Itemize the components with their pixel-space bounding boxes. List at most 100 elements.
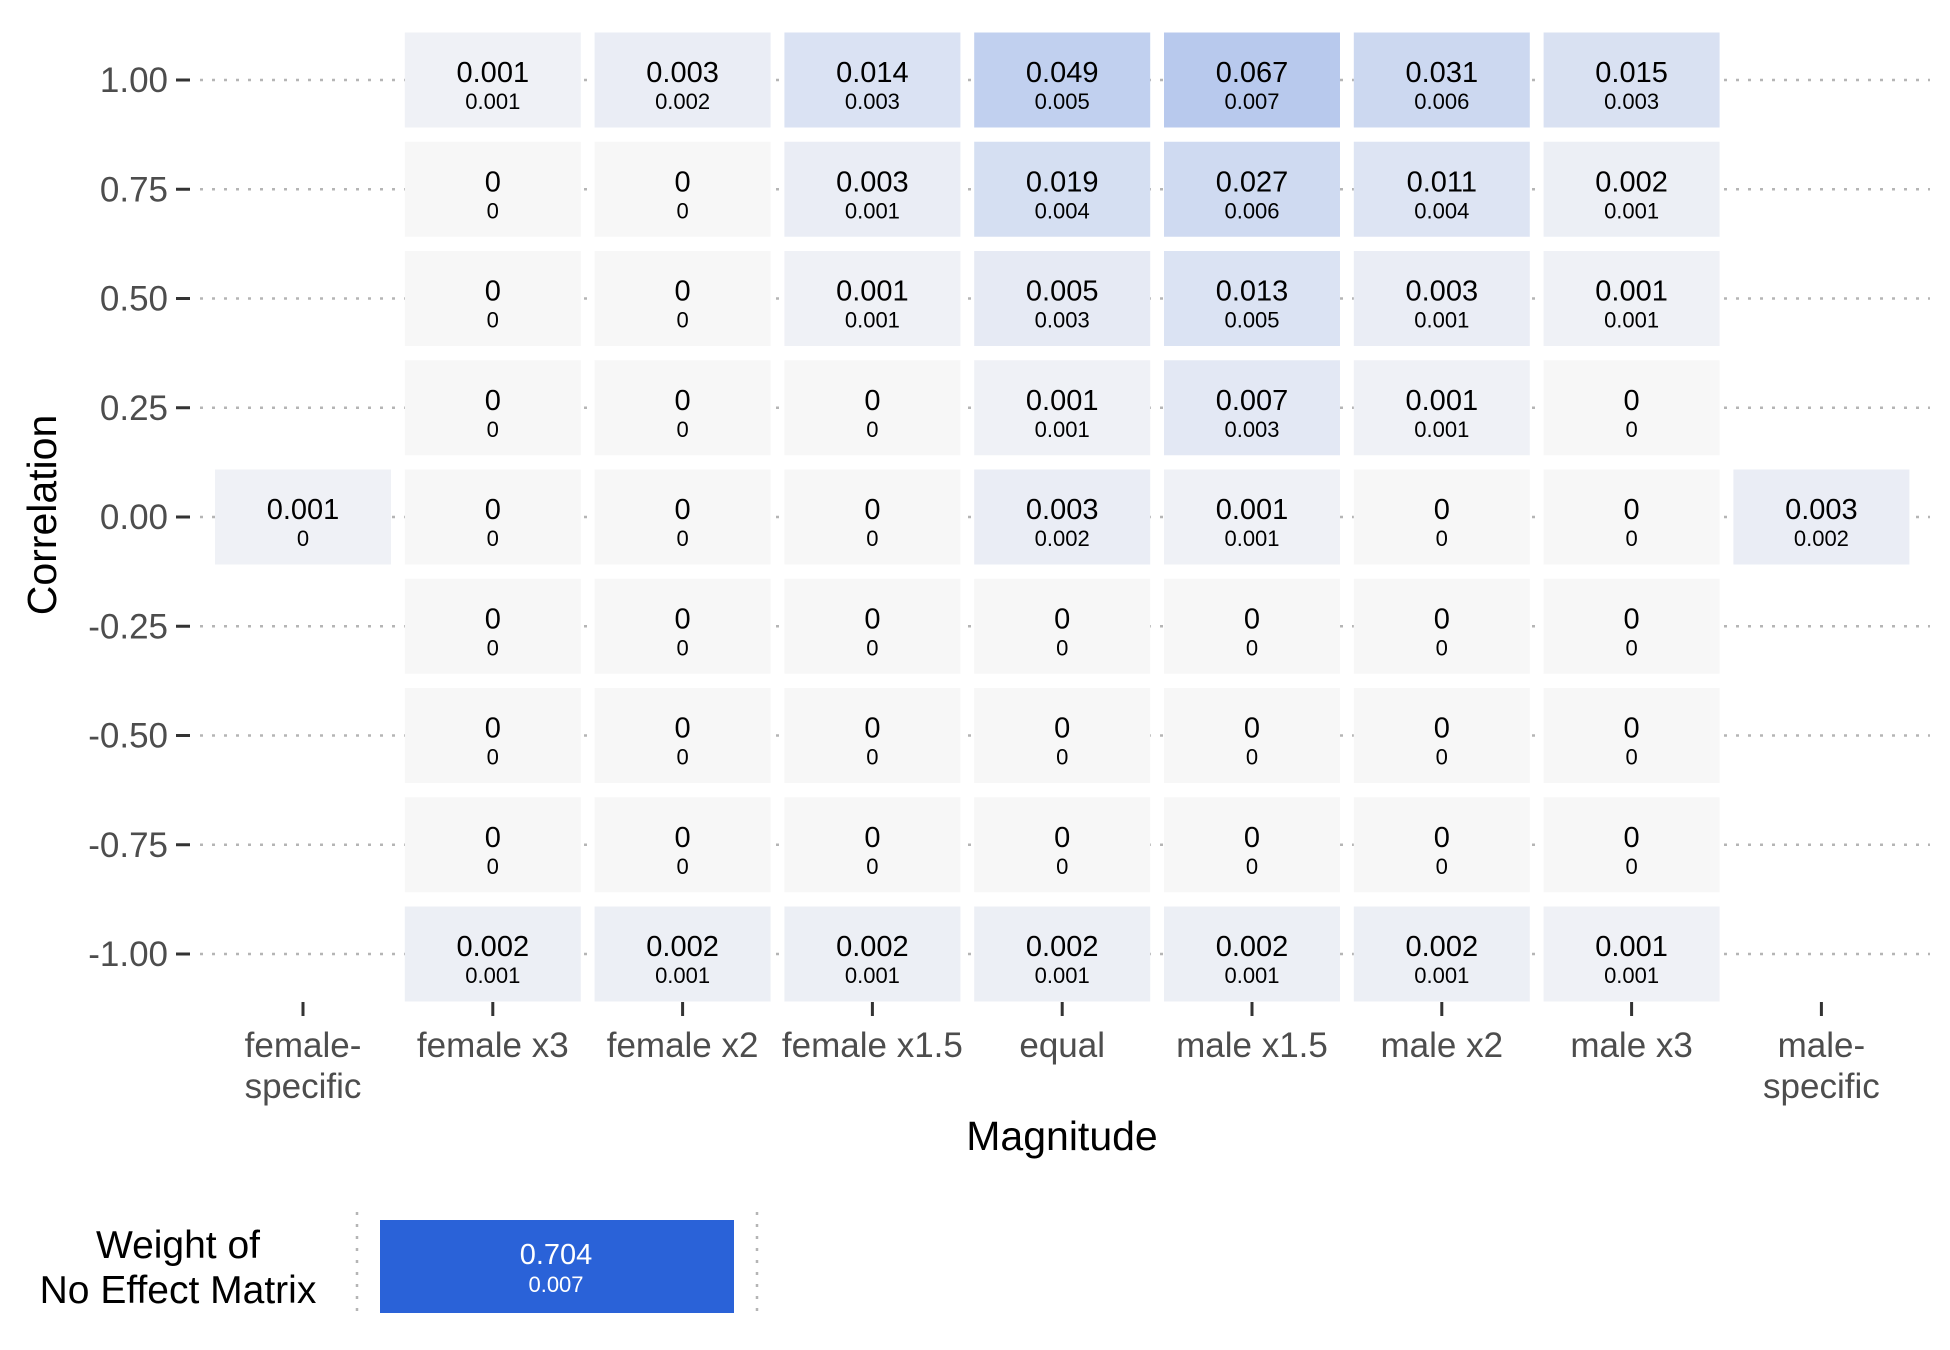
x-tick-label: male x1.5: [1176, 1026, 1328, 1065]
x-tick-label: male x3: [1570, 1026, 1693, 1065]
cell-value: 0: [1624, 822, 1640, 854]
y-tick-label: 0.25: [100, 389, 168, 428]
cell-se: 0: [866, 745, 878, 770]
cell-se: 0: [487, 854, 499, 879]
heatmap-cell: 00: [1164, 578, 1340, 674]
no-effect-se: 0.007: [528, 1272, 583, 1297]
cell-value: 0: [1244, 713, 1260, 745]
heatmap-cell: 0.0490.005: [974, 32, 1151, 128]
y-tick-label: 0.50: [100, 280, 168, 319]
cell-se: 0: [1625, 526, 1637, 551]
x-tick-label: female-specific: [245, 1026, 362, 1106]
cell-se: 0.004: [1414, 198, 1469, 223]
cell-se: 0.001: [1414, 963, 1469, 988]
heatmap-cell: 0.0010.001: [1164, 469, 1340, 565]
cell-se: 0.001: [655, 963, 710, 988]
cell-se: 0: [297, 526, 309, 551]
cell-se: 0: [1056, 854, 1068, 879]
cell-se: 0: [1436, 526, 1448, 551]
cell-value: 0: [864, 603, 880, 635]
cell-value: 0.049: [1026, 57, 1099, 89]
y-tick-label: -0.75: [88, 826, 168, 865]
heatmap-cell: 0.0010.001: [1543, 906, 1720, 1002]
cell-value: 0: [1624, 385, 1640, 417]
cell-se: 0.001: [845, 963, 900, 988]
cell-value: 0: [1054, 713, 1070, 745]
heatmap-cell: 00: [404, 469, 581, 565]
cell-se: 0.001: [1224, 963, 1279, 988]
cell-se: 0.001: [1604, 308, 1659, 333]
y-axis-title: Correlation: [19, 415, 65, 616]
cell-se: 0.002: [1035, 526, 1090, 551]
heatmap-cell: 00: [1543, 360, 1720, 456]
heatmap-cell: 00: [1353, 688, 1530, 783]
heatmap-cell: 0.0010.001: [784, 251, 961, 346]
cell-se: 0.001: [1224, 526, 1279, 551]
cell-value: 0: [675, 385, 691, 417]
cell-se: 0: [676, 308, 688, 333]
heatmap-cell: 00: [404, 688, 581, 783]
heatmap-cell: 00: [784, 469, 961, 565]
heatmap-cell: 0.0010.001: [1353, 360, 1530, 456]
cell-se: 0.001: [845, 198, 900, 223]
cell-se: 0.002: [655, 89, 710, 114]
y-tick-label: -0.50: [88, 717, 168, 756]
cell-se: 0: [1625, 854, 1637, 879]
cell-value: 0.001: [1595, 931, 1668, 963]
cell-se: 0: [676, 635, 688, 660]
cell-se: 0: [676, 198, 688, 223]
heatmap-cell: 0.0130.005: [1164, 251, 1340, 346]
cell-se: 0: [676, 526, 688, 551]
cell-se: 0: [487, 745, 499, 770]
cell-value: 0: [485, 166, 501, 198]
cell-value: 0.003: [836, 166, 909, 198]
cell-value: 0: [485, 822, 501, 854]
cell-se: 0.005: [1035, 89, 1090, 114]
cell-se: 0.003: [1224, 417, 1279, 442]
heatmap-cell: 00: [594, 141, 771, 237]
cell-se: 0: [1436, 635, 1448, 660]
heatmap-cell: 0.0020.001: [974, 906, 1151, 1002]
cell-value: 0: [485, 603, 501, 635]
heatmap-cell: 00: [404, 578, 581, 674]
cell-value: 0.007: [1216, 385, 1289, 417]
cell-value: 0: [1054, 822, 1070, 854]
heatmap-cell: 00: [594, 360, 771, 456]
heatmap-cell: 0.0150.003: [1543, 32, 1720, 128]
cell-value: 0.011: [1407, 166, 1477, 198]
cell-value: 0.002: [1026, 931, 1099, 963]
cell-se: 0.001: [1604, 198, 1659, 223]
heatmap-cell: 00: [974, 688, 1151, 783]
cell-value: 0.001: [267, 494, 340, 526]
cell-se: 0.006: [1414, 89, 1469, 114]
cell-se: 0.001: [465, 963, 520, 988]
cell-value: 0: [675, 822, 691, 854]
cell-value: 0.003: [1026, 494, 1099, 526]
cell-se: 0: [1246, 635, 1258, 660]
heatmap-cell: 00: [784, 360, 961, 456]
cell-value: 0.003: [1406, 276, 1479, 308]
cell-se: 0: [676, 854, 688, 879]
cell-se: 0: [676, 417, 688, 442]
cell-se: 0: [487, 417, 499, 442]
cell-se: 0.003: [1604, 89, 1659, 114]
y-tick-label: -0.25: [88, 607, 168, 646]
cell-value: 0: [1624, 494, 1640, 526]
cell-se: 0.003: [845, 89, 900, 114]
cell-value: 0: [1054, 603, 1070, 635]
cell-se: 0.002: [1794, 526, 1849, 551]
cell-value: 0: [485, 494, 501, 526]
cell-value: 0: [675, 713, 691, 745]
heatmap-cell: 0.0050.003: [974, 251, 1151, 346]
cell-se: 0.001: [1414, 417, 1469, 442]
cell-se: 0.001: [1604, 963, 1659, 988]
cell-se: 0.001: [1035, 417, 1090, 442]
heatmap-cell: 00: [594, 578, 771, 674]
cell-value: 0: [675, 166, 691, 198]
cell-value: 0.015: [1595, 57, 1668, 89]
heatmap-cell: 00: [974, 797, 1151, 893]
cell-se: 0: [1625, 635, 1637, 660]
cell-se: 0.004: [1035, 198, 1090, 223]
cell-value: 0.001: [836, 276, 909, 308]
cell-value: 0.002: [1595, 166, 1668, 198]
